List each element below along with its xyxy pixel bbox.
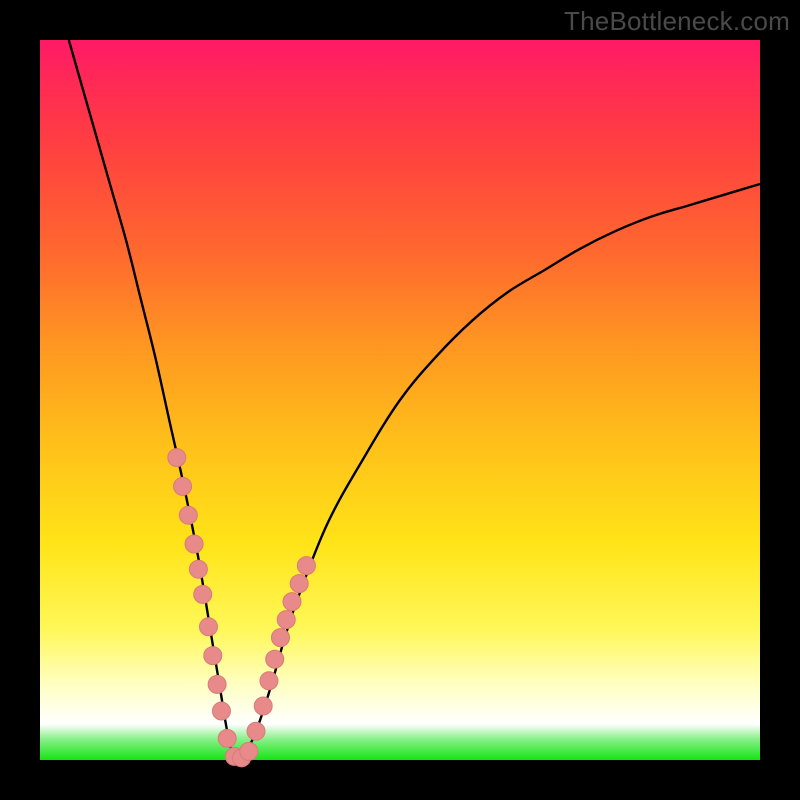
chart-frame: TheBottleneck.com bbox=[0, 0, 800, 800]
highlight-dot bbox=[174, 477, 192, 495]
plot-area bbox=[40, 40, 760, 760]
highlight-dot bbox=[199, 618, 217, 636]
watermark-text: TheBottleneck.com bbox=[564, 6, 790, 37]
highlight-dot bbox=[277, 611, 295, 629]
highlight-dot bbox=[194, 585, 212, 603]
highlight-dot bbox=[290, 575, 308, 593]
highlight-dot bbox=[204, 647, 222, 665]
bottleneck-curve bbox=[69, 40, 760, 764]
highlight-dot bbox=[168, 449, 186, 467]
highlight-dot bbox=[189, 560, 207, 578]
highlight-dot bbox=[260, 672, 278, 690]
highlight-dot bbox=[240, 742, 258, 760]
highlight-dot bbox=[218, 729, 236, 747]
highlight-dot bbox=[254, 697, 272, 715]
highlight-dot bbox=[271, 629, 289, 647]
highlight-dot bbox=[208, 675, 226, 693]
curve-layer bbox=[40, 40, 760, 760]
highlight-dot bbox=[247, 722, 265, 740]
highlight-dot bbox=[297, 557, 315, 575]
highlight-dot bbox=[185, 535, 203, 553]
highlight-dot bbox=[212, 702, 230, 720]
highlight-dot bbox=[283, 593, 301, 611]
highlight-dots bbox=[168, 449, 316, 767]
highlight-dot bbox=[266, 650, 284, 668]
highlight-dot bbox=[179, 506, 197, 524]
